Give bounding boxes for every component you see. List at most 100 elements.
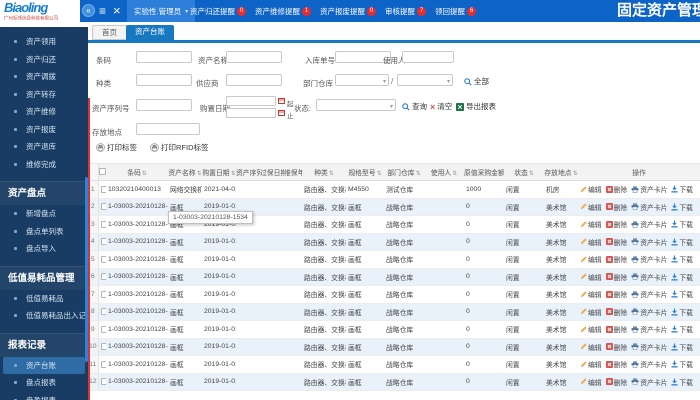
- clear-button[interactable]: × 清空: [430, 101, 452, 112]
- tab-home[interactable]: 首页: [92, 25, 127, 40]
- edit-button[interactable]: 编辑: [580, 237, 602, 247]
- column-header[interactable]: 过保日期⇅: [260, 163, 284, 181]
- asset-card-button[interactable]: 资产卡片: [631, 359, 667, 369]
- sidebar-item[interactable]: 低值易耗品出入记录: [0, 307, 88, 325]
- edit-button[interactable]: 编辑: [580, 184, 602, 194]
- column-header[interactable]: 维保年份⇅: [284, 163, 302, 181]
- row-checkbox[interactable]: [100, 203, 106, 211]
- sidebar-item[interactable]: 资产报废: [0, 121, 88, 139]
- delete-button[interactable]: 删除: [605, 237, 627, 247]
- sort-icon[interactable]: ⇅: [377, 171, 382, 177]
- dept-select[interactable]: ▾: [335, 74, 389, 86]
- delete-button[interactable]: 删除: [605, 289, 627, 299]
- column-header[interactable]: 资产名称⇅: [168, 163, 202, 181]
- export-button[interactable]: 导出报表: [456, 101, 496, 112]
- collapse-back-icon[interactable]: «: [82, 4, 95, 17]
- sidebar-scrollbar[interactable]: [85, 177, 88, 362]
- download-button[interactable]: 下载: [671, 289, 693, 299]
- column-header[interactable]: 使用人⇅: [424, 163, 464, 181]
- sort-icon[interactable]: ⇅: [142, 171, 147, 177]
- reminder-item-4[interactable]: 审核提醒 7: [385, 6, 426, 17]
- edit-button[interactable]: 编辑: [580, 219, 602, 229]
- asset-card-button[interactable]: 资产卡片: [631, 377, 667, 387]
- sidebar-item[interactable]: 资产台账: [3, 356, 85, 374]
- sort-icon[interactable]: ⇅: [231, 171, 236, 177]
- asset-card-button[interactable]: 资产卡片: [631, 272, 667, 282]
- delete-button[interactable]: 删除: [605, 359, 627, 369]
- column-header[interactable]: 部门仓库⇅: [384, 163, 424, 181]
- edit-button[interactable]: 编辑: [580, 272, 602, 282]
- sort-icon[interactable]: ⇅: [416, 171, 421, 177]
- delete-button[interactable]: 删除: [605, 254, 627, 264]
- row-checkbox[interactable]: [100, 273, 106, 281]
- column-header[interactable]: 条码⇅: [106, 163, 168, 181]
- download-button[interactable]: 下载: [671, 342, 693, 352]
- row-checkbox[interactable]: [100, 220, 106, 228]
- sort-icon[interactable]: ⇅: [529, 171, 534, 177]
- select-all-checkbox[interactable]: [98, 168, 106, 176]
- download-button[interactable]: 下载: [671, 272, 693, 282]
- print-rfid-button[interactable]: 打印RFID标签: [150, 142, 209, 153]
- edit-button[interactable]: 编辑: [580, 289, 602, 299]
- sidebar-item[interactable]: 低值易耗品: [0, 290, 88, 308]
- status-select[interactable]: ▾: [316, 99, 396, 111]
- asset-card-button[interactable]: 资产卡片: [631, 184, 667, 194]
- download-button[interactable]: 下载: [671, 377, 693, 387]
- column-header[interactable]: 操作: [578, 163, 700, 181]
- user-input[interactable]: [402, 51, 454, 63]
- tab-asset-ledger[interactable]: 资产台账: [126, 25, 174, 40]
- asset-card-button[interactable]: 资产卡片: [631, 219, 667, 229]
- barcode-input[interactable]: [136, 51, 192, 63]
- print-label-button[interactable]: 打印标签: [96, 142, 137, 153]
- row-checkbox[interactable]: [100, 308, 106, 316]
- edit-button[interactable]: 编辑: [580, 324, 602, 334]
- user-menu[interactable]: 实验性.管理员 ▾: [127, 0, 196, 22]
- date-to-input[interactable]: [226, 108, 276, 118]
- asset-card-button[interactable]: 资产卡片: [631, 289, 667, 299]
- delete-button[interactable]: 删除: [605, 307, 627, 317]
- sidebar-item[interactable]: 资产维修: [0, 103, 88, 121]
- delete-button[interactable]: 删除: [605, 202, 627, 212]
- sidebar-item[interactable]: 资产领用: [0, 33, 88, 51]
- row-checkbox[interactable]: [100, 343, 106, 351]
- column-header[interactable]: 原值采购金额⇅: [464, 163, 504, 181]
- sidebar-item[interactable]: 新增盘点: [0, 205, 88, 223]
- row-checkbox[interactable]: [100, 325, 106, 333]
- edit-button[interactable]: 编辑: [580, 254, 602, 264]
- edit-button[interactable]: 编辑: [580, 359, 602, 369]
- reminder-item-2[interactable]: 资产维修提醒 1: [255, 6, 311, 17]
- sidebar-item[interactable]: 资产调拨: [0, 68, 88, 86]
- date-from-input[interactable]: [226, 96, 276, 106]
- delete-button[interactable]: 删除: [605, 219, 627, 229]
- delete-button[interactable]: 删除: [605, 377, 627, 387]
- warehouse-select[interactable]: ▾: [397, 74, 453, 86]
- hamburger-menu-icon[interactable]: ≡: [99, 3, 106, 19]
- sort-icon[interactable]: ⇅: [329, 171, 334, 177]
- close-icon[interactable]: ×: [113, 1, 121, 20]
- column-header[interactable]: 购置日期⇅: [202, 163, 236, 181]
- sidebar-item[interactable]: 资产转存: [0, 86, 88, 104]
- sidebar-item[interactable]: 盘点报表: [0, 374, 88, 392]
- sidebar-item[interactable]: 盘点单列表: [0, 223, 88, 241]
- asset-card-button[interactable]: 资产卡片: [631, 307, 667, 317]
- edit-button[interactable]: 编辑: [580, 377, 602, 387]
- delete-button[interactable]: 删除: [605, 342, 627, 352]
- sidebar-item[interactable]: 盘盈报表: [0, 392, 88, 400]
- reminder-item-5[interactable]: 领回提醒 6: [435, 6, 476, 17]
- download-button[interactable]: 下载: [671, 324, 693, 334]
- asset-card-button[interactable]: 资产卡片: [631, 237, 667, 247]
- edit-button[interactable]: 编辑: [580, 202, 602, 212]
- asset-card-button[interactable]: 资产卡片: [631, 202, 667, 212]
- asset-card-button[interactable]: 资产卡片: [631, 254, 667, 264]
- download-button[interactable]: 下载: [671, 237, 693, 247]
- sidebar-item[interactable]: 维修完成: [0, 156, 88, 174]
- download-button[interactable]: 下载: [671, 202, 693, 212]
- row-checkbox[interactable]: [100, 255, 106, 263]
- download-button[interactable]: 下载: [671, 307, 693, 317]
- search-button[interactable]: 查询: [402, 101, 427, 112]
- supplier-input[interactable]: [226, 74, 282, 86]
- calendar-icon[interactable]: [278, 97, 285, 104]
- column-header[interactable]: 规格型号⇅: [346, 163, 384, 181]
- sort-icon[interactable]: ⇅: [197, 171, 202, 177]
- sort-icon[interactable]: ⇅: [573, 171, 578, 177]
